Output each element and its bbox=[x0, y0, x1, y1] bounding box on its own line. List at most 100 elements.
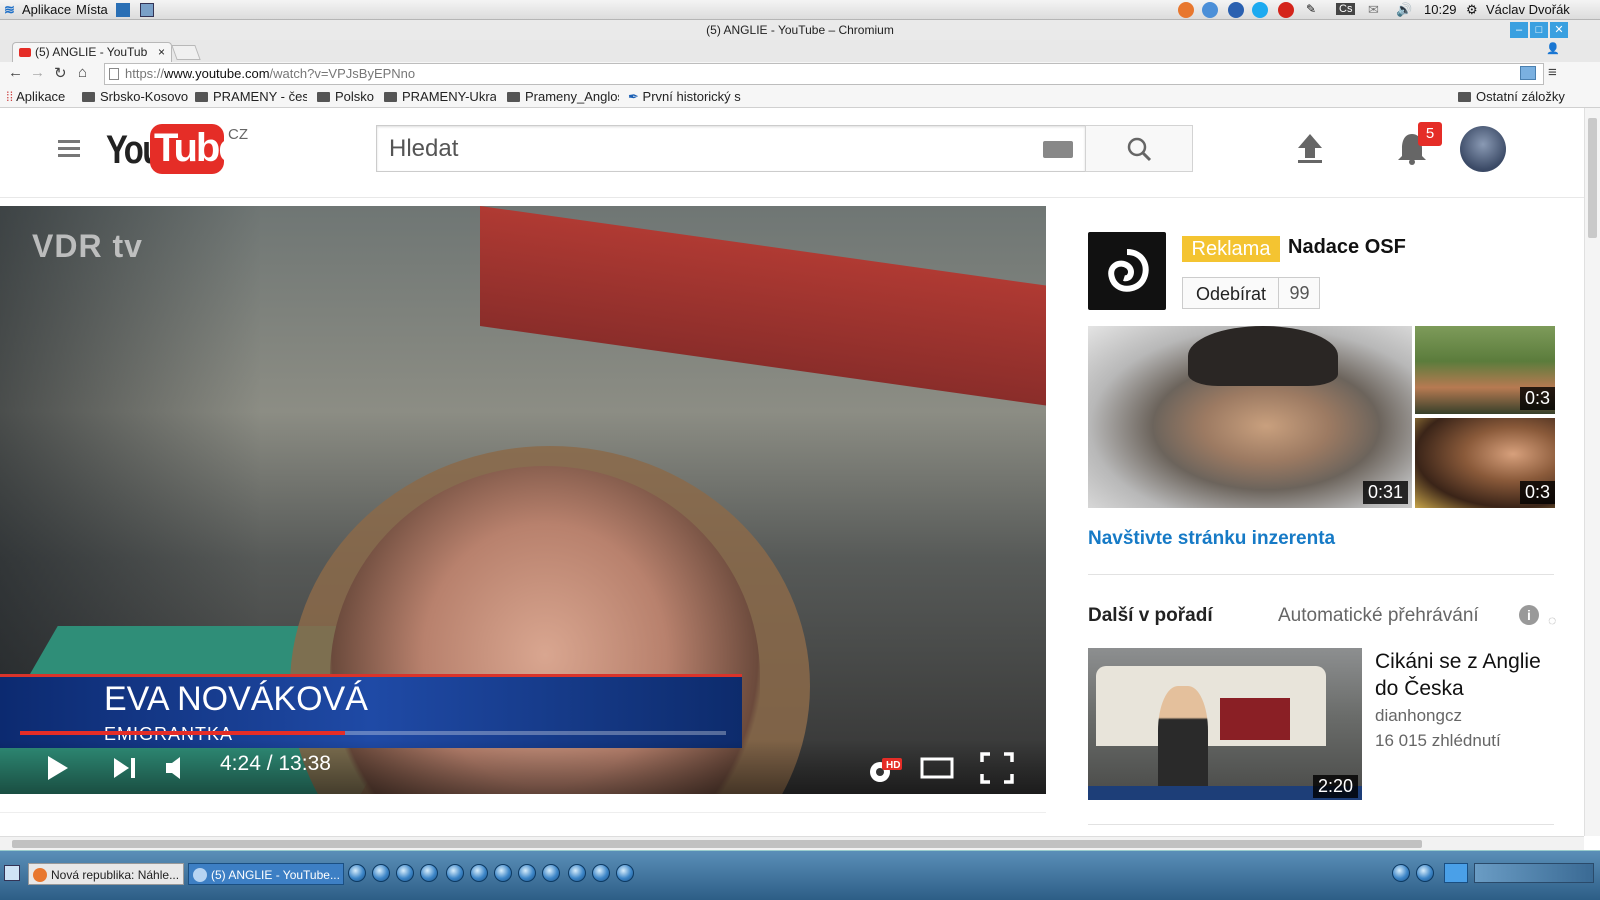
menu-icon[interactable]: ≡ bbox=[1548, 64, 1557, 81]
ad-video-thumbnail-small[interactable]: 0:3 bbox=[1415, 418, 1555, 508]
advertiser-logo[interactable] bbox=[1088, 232, 1166, 310]
address-bar[interactable]: https://www.youtube.com/watch?v=VPJsByEP… bbox=[104, 63, 1544, 85]
bookmark-folder[interactable]: Polsko bbox=[317, 89, 374, 104]
subscribe-button[interactable]: Odebírat 99 bbox=[1182, 277, 1320, 309]
info-icon[interactable]: i bbox=[1519, 605, 1539, 625]
stop-icon[interactable] bbox=[1278, 2, 1294, 18]
youtube-favicon-icon bbox=[19, 48, 31, 57]
search-button[interactable] bbox=[1085, 125, 1193, 172]
globe-icon[interactable] bbox=[420, 864, 438, 882]
globe-icon[interactable] bbox=[616, 864, 634, 882]
page-icon bbox=[109, 68, 119, 80]
bookmark-label: PRAMENY - česk bbox=[213, 89, 307, 104]
chromium-icon[interactable] bbox=[1202, 2, 1218, 18]
file-manager-icon[interactable] bbox=[140, 3, 154, 17]
globe-icon[interactable] bbox=[542, 864, 560, 882]
other-bookmarks[interactable]: Ostatní záložky bbox=[1458, 89, 1565, 104]
settings-gear-icon[interactable]: HD bbox=[864, 754, 904, 786]
clock[interactable]: 10:29 bbox=[1424, 2, 1457, 17]
progress-bar[interactable] bbox=[20, 731, 726, 735]
guide-menu-icon[interactable] bbox=[58, 140, 80, 161]
fullscreen-icon[interactable] bbox=[980, 752, 1014, 784]
apps-menu[interactable]: Aplikace bbox=[22, 2, 71, 17]
notification-count-badge[interactable]: 5 bbox=[1418, 122, 1442, 146]
globe-icon[interactable] bbox=[1392, 864, 1410, 882]
profile-icon[interactable]: 👤 bbox=[1546, 42, 1560, 55]
globe-icon[interactable] bbox=[396, 864, 414, 882]
play-icon[interactable] bbox=[46, 754, 70, 782]
volume-icon[interactable] bbox=[164, 755, 192, 781]
vertical-scrollbar[interactable] bbox=[1584, 108, 1600, 836]
chromium-tray-icon[interactable] bbox=[1444, 863, 1468, 883]
back-arrow-icon[interactable]: ← bbox=[8, 64, 23, 81]
globe-icon[interactable] bbox=[592, 864, 610, 882]
tab-youtube[interactable]: (5) ANGLIE - YouTub × bbox=[12, 42, 172, 62]
upload-icon[interactable] bbox=[1296, 132, 1324, 169]
taskbar-item-active[interactable]: (5) ANGLIE - YouTube... bbox=[188, 863, 344, 885]
volume-icon[interactable]: 🔊 bbox=[1396, 2, 1412, 18]
tab-close-icon[interactable]: × bbox=[158, 43, 165, 61]
autoplay-toggle[interactable]: ◌ bbox=[1548, 612, 1556, 628]
video-player[interactable]: VDR tv EVA NOVÁKOVÁ EMIGRANTKA 4:24 / 13… bbox=[0, 206, 1046, 794]
taskbar: Nová republika: Náhle... (5) ANGLIE - Yo… bbox=[0, 850, 1600, 900]
search-input[interactable]: Hledat bbox=[376, 125, 1086, 172]
pen-icon[interactable]: ✎ bbox=[1306, 2, 1316, 16]
keyboard-layout-indicator[interactable]: Cs bbox=[1336, 3, 1356, 15]
taskbar-item[interactable]: Nová republika: Náhle... bbox=[28, 863, 184, 885]
user-name[interactable]: Václav Dvořák bbox=[1486, 2, 1570, 17]
apps-menu-icon[interactable]: ≋ bbox=[4, 2, 15, 18]
account-avatar[interactable] bbox=[1460, 126, 1506, 172]
home-icon[interactable]: ⌂ bbox=[78, 64, 87, 81]
bookmark-folder[interactable]: Srbsko-Kosovo bbox=[82, 89, 188, 104]
extension-icon[interactable] bbox=[1520, 66, 1536, 80]
ad-tag: Reklama bbox=[1182, 236, 1280, 262]
new-tab-button[interactable] bbox=[171, 45, 201, 60]
mail-icon[interactable]: ✉ bbox=[1368, 2, 1379, 18]
bookmark-folder[interactable]: PRAMENY - česk bbox=[195, 89, 307, 104]
bookmark-folder[interactable]: Prameny_Anglos bbox=[507, 89, 619, 104]
media-player-icon[interactable] bbox=[1228, 2, 1244, 18]
apps-grid-icon: ⁞⁞ bbox=[6, 89, 14, 104]
globe-icon[interactable] bbox=[1416, 864, 1434, 882]
next-icon[interactable] bbox=[112, 756, 138, 780]
workspace-switcher[interactable] bbox=[1474, 863, 1594, 883]
url-host: www.youtube.com bbox=[164, 66, 270, 81]
globe-icon[interactable] bbox=[446, 864, 464, 882]
globe-icon[interactable] bbox=[568, 864, 586, 882]
minimize-button[interactable]: – bbox=[1510, 22, 1528, 38]
reload-icon[interactable]: ↻ bbox=[54, 64, 67, 82]
globe-icon[interactable] bbox=[348, 864, 366, 882]
next-video-title[interactable]: Cikáni se z Anglie do Česka bbox=[1375, 648, 1565, 702]
keyboard-icon[interactable] bbox=[1043, 141, 1073, 158]
bookmark-folder[interactable]: PRAMENY-Ukraji bbox=[384, 89, 496, 104]
advertiser-name[interactable]: Nadace OSF bbox=[1288, 236, 1406, 259]
ad-video-thumbnail-small[interactable]: 0:3 bbox=[1415, 326, 1555, 414]
places-menu[interactable]: Místa bbox=[76, 2, 108, 17]
bookmark-link[interactable]: ✒ První historický s bbox=[628, 89, 742, 105]
visit-advertiser-link[interactable]: Navštivte stránku inzerenta bbox=[1088, 528, 1335, 550]
globe-icon[interactable] bbox=[470, 864, 488, 882]
youtube-logo-tube[interactable]: Tube bbox=[150, 124, 241, 174]
theater-mode-icon[interactable] bbox=[920, 756, 956, 780]
next-video-channel[interactable]: dianhongcz bbox=[1375, 706, 1462, 726]
globe-icon[interactable] bbox=[518, 864, 536, 882]
settings-gear-icon[interactable]: ⚙ bbox=[1466, 2, 1478, 18]
close-window-button[interactable]: ✕ bbox=[1550, 22, 1568, 38]
desktop-icon[interactable] bbox=[116, 3, 130, 17]
globe-icon[interactable] bbox=[494, 864, 512, 882]
thumbnail-reporter bbox=[1158, 686, 1208, 798]
ad-video-thumbnail[interactable]: 0:31 bbox=[1088, 326, 1412, 508]
firefox-icon[interactable] bbox=[1178, 2, 1194, 18]
skype-icon[interactable] bbox=[1252, 2, 1268, 18]
scrollbar-thumb[interactable] bbox=[1588, 118, 1597, 238]
show-desktop-icon[interactable] bbox=[4, 865, 20, 881]
os-top-panel: ≋ Aplikace Místa ✎ Cs ✉ 🔊 10:29 ⚙ Václav… bbox=[0, 0, 1600, 20]
next-video-thumbnail[interactable]: 2:20 bbox=[1088, 648, 1362, 800]
forward-arrow-icon[interactable]: → bbox=[30, 64, 45, 81]
globe-icon[interactable] bbox=[372, 864, 390, 882]
horizontal-scrollbar[interactable] bbox=[0, 836, 1584, 850]
apps-bookmark[interactable]: ⁞⁞ Aplikace bbox=[6, 89, 65, 104]
scrollbar-thumb[interactable] bbox=[12, 840, 1422, 848]
up-next-heading: Další v pořadí bbox=[1088, 605, 1213, 626]
maximize-button[interactable]: □ bbox=[1530, 22, 1548, 38]
